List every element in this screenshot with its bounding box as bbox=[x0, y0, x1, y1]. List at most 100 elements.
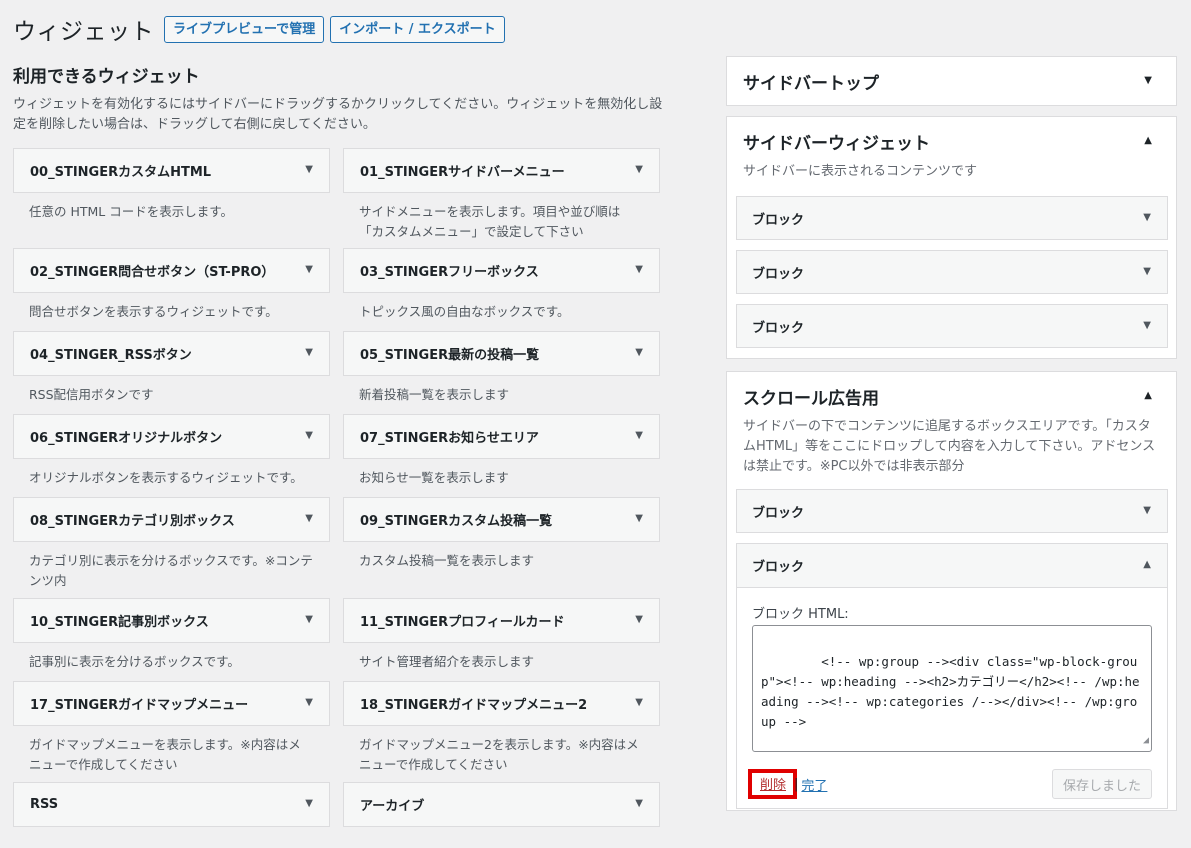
widget-description: カスタム投稿一覧を表示します bbox=[359, 553, 535, 568]
widget-description: サイドメニューを表示します。項目や並び順は「カスタムメニュー」で設定して下さい bbox=[359, 204, 621, 239]
resize-grip-icon[interactable]: ◢ bbox=[1143, 731, 1149, 751]
chevron-down-icon[interactable]: ▼ bbox=[305, 513, 313, 524]
delete-link[interactable]: 削除 bbox=[748, 769, 798, 799]
chevron-down-icon[interactable]: ▼ bbox=[635, 264, 643, 275]
widget-description: RSS配信用ボタンです bbox=[29, 387, 154, 402]
chevron-down-icon[interactable]: ▼ bbox=[635, 164, 643, 175]
chevron-down-icon[interactable]: ▼ bbox=[635, 430, 643, 441]
save-button[interactable]: 保存しました bbox=[1052, 769, 1152, 799]
widget-item[interactable]: 01_STINGERサイドバーメニュー ▼ bbox=[343, 148, 660, 193]
block-widget[interactable]: ブロック ▼ bbox=[736, 250, 1168, 294]
widget-name: RSS bbox=[30, 797, 59, 812]
sidebar-scroll-title: スクロール広告用 bbox=[743, 388, 879, 409]
chevron-down-icon[interactable]: ▼ bbox=[1143, 320, 1151, 331]
sidebar-widget-description: サイドバーに表示されるコンテンツです bbox=[743, 164, 978, 179]
widget-item[interactable]: 11_STINGERプロフィールカード ▼ bbox=[343, 598, 660, 643]
widget-description: ガイドマップメニュー2を表示します。※内容はメニューで作成してください bbox=[359, 737, 639, 772]
sidebar-scroll-header[interactable]: スクロール広告用 ▲ bbox=[727, 372, 1176, 420]
chevron-down-icon[interactable]: ▼ bbox=[305, 614, 313, 625]
widget-name: 08_STINGERカテゴリ別ボックス bbox=[30, 514, 235, 529]
block-expanded-body: ブロック HTML: <!-- wp:group --><div class="… bbox=[737, 588, 1167, 808]
chevron-down-icon[interactable]: ▼ bbox=[305, 347, 313, 358]
widget-item[interactable]: アーカイブ ▼ bbox=[343, 782, 660, 827]
chevron-down-icon[interactable]: ▼ bbox=[1143, 212, 1151, 223]
widget-item[interactable]: 08_STINGERカテゴリ別ボックス ▼ bbox=[13, 497, 330, 542]
widget-name: 17_STINGERガイドマップメニュー bbox=[30, 698, 249, 713]
sidebar-widget: サイドバーウィジェット ▲ サイドバーに表示されるコンテンツです ブロック ▼ ブ… bbox=[726, 116, 1177, 359]
block-html-textarea[interactable]: <!-- wp:group --><div class="wp-block-gr… bbox=[752, 625, 1152, 752]
widget-name: 18_STINGERガイドマップメニュー2 bbox=[360, 698, 588, 713]
widget-item[interactable]: 06_STINGERオリジナルボタン ▼ bbox=[13, 414, 330, 459]
chevron-up-icon[interactable]: ▲ bbox=[1144, 135, 1152, 146]
chevron-down-icon[interactable]: ▼ bbox=[305, 430, 313, 441]
widget-description: トピックス風の自由なボックスです。 bbox=[359, 304, 570, 319]
widget-item[interactable]: 03_STINGERフリーボックス ▼ bbox=[343, 248, 660, 293]
chevron-down-icon[interactable]: ▼ bbox=[635, 347, 643, 358]
widget-item[interactable]: 04_STINGER_RSSボタン ▼ bbox=[13, 331, 330, 376]
widget-name: 01_STINGERサイドバーメニュー bbox=[360, 165, 565, 180]
widget-name: 04_STINGER_RSSボタン bbox=[30, 348, 192, 363]
widget-description: オリジナルボタンを表示するウィジェットです。 bbox=[29, 470, 303, 485]
widget-name: アーカイブ bbox=[360, 799, 425, 814]
block-widget[interactable]: ブロック ▼ bbox=[736, 489, 1168, 533]
chevron-down-icon[interactable]: ▼ bbox=[1144, 75, 1152, 86]
sidebar-top-header[interactable]: サイドバートップ ▼ bbox=[727, 57, 1176, 105]
chevron-up-icon[interactable]: ▲ bbox=[1144, 390, 1152, 401]
sidebar-scroll-ad: スクロール広告用 ▲ サイドバーの下でコンテンツに追尾するボックスエリアです。「… bbox=[726, 371, 1177, 811]
widget-name: 07_STINGERお知らせエリア bbox=[360, 431, 539, 446]
widget-description: 記事別に表示を分けるボックスです。 bbox=[29, 654, 240, 669]
chevron-down-icon[interactable]: ▼ bbox=[635, 513, 643, 524]
block-title: ブロック bbox=[752, 212, 805, 228]
available-widgets-title: 利用できるウィジェット bbox=[13, 67, 200, 87]
widget-item[interactable]: 17_STINGERガイドマップメニュー ▼ bbox=[13, 681, 330, 726]
widget-item[interactable]: 05_STINGER最新の投稿一覧 ▼ bbox=[343, 331, 660, 376]
widget-description: 新着投稿一覧を表示します bbox=[359, 387, 510, 402]
page-title: ウィジェット bbox=[13, 19, 154, 45]
widget-name: 03_STINGERフリーボックス bbox=[360, 265, 539, 280]
chevron-down-icon[interactable]: ▼ bbox=[635, 697, 643, 708]
chevron-down-icon[interactable]: ▼ bbox=[305, 798, 313, 809]
chevron-down-icon[interactable]: ▼ bbox=[305, 164, 313, 175]
block-title: ブロック bbox=[752, 266, 805, 282]
page-header: ウィジェット ライブプレビューで管理 インポート / エクスポート bbox=[13, 12, 505, 46]
done-link[interactable]: 完了 bbox=[801, 775, 827, 794]
available-widgets-description: ウィジェットを有効化するにはサイドバーにドラッグするかクリックしてください。ウィ… bbox=[13, 97, 663, 132]
sidebar-widget-title: サイドバーウィジェット bbox=[743, 133, 930, 154]
block-widget[interactable]: ブロック ▼ bbox=[736, 304, 1168, 348]
block-title: ブロック bbox=[752, 560, 805, 575]
widget-item[interactable]: 10_STINGER記事別ボックス ▼ bbox=[13, 598, 330, 643]
block-widget[interactable]: ブロック ▼ bbox=[736, 196, 1168, 240]
widget-item[interactable]: 02_STINGER問合せボタン（ST-PRO） ▼ bbox=[13, 248, 330, 293]
widget-name: 05_STINGER最新の投稿一覧 bbox=[360, 348, 540, 363]
block-title: ブロック bbox=[752, 505, 805, 521]
widget-name: 09_STINGERカスタム投稿一覧 bbox=[360, 514, 553, 529]
widget-description: 問合せボタンを表示するウィジェットです。 bbox=[29, 304, 278, 319]
widget-description: カテゴリ別に表示を分けるボックスです。※コンテンツ内 bbox=[29, 553, 313, 588]
chevron-up-icon[interactable]: ▲ bbox=[1143, 559, 1151, 570]
chevron-down-icon[interactable]: ▼ bbox=[305, 697, 313, 708]
widget-item[interactable]: RSS ▼ bbox=[13, 782, 330, 827]
chevron-down-icon[interactable]: ▼ bbox=[635, 798, 643, 809]
widget-item[interactable]: 00_STINGERカスタムHTML ▼ bbox=[13, 148, 330, 193]
block-html-code: <!-- wp:group --><div class="wp-block-gr… bbox=[761, 654, 1140, 729]
widget-item[interactable]: 09_STINGERカスタム投稿一覧 ▼ bbox=[343, 497, 660, 542]
action-separator: | bbox=[794, 776, 799, 792]
chevron-down-icon[interactable]: ▼ bbox=[635, 614, 643, 625]
widget-name: 06_STINGERオリジナルボタン bbox=[30, 431, 223, 446]
widget-description: 任意の HTML コードを表示します。 bbox=[29, 204, 233, 219]
widget-item[interactable]: 18_STINGERガイドマップメニュー2 ▼ bbox=[343, 681, 660, 726]
block-expanded-header[interactable]: ブロック ▲ bbox=[737, 544, 1167, 588]
block-actions: 削除 | 完了 bbox=[748, 769, 827, 799]
widget-name: 02_STINGER問合せボタン（ST-PRO） bbox=[30, 265, 275, 280]
import-export-button[interactable]: インポート / エクスポート bbox=[330, 15, 505, 43]
widget-description: ガイドマップメニューを表示します。※内容はメニューで作成してください bbox=[29, 737, 301, 772]
chevron-down-icon[interactable]: ▼ bbox=[1143, 505, 1151, 516]
sidebar-widget-header[interactable]: サイドバーウィジェット ▲ bbox=[727, 117, 1176, 165]
live-preview-button[interactable]: ライブプレビューで管理 bbox=[164, 15, 325, 43]
widget-item[interactable]: 07_STINGERお知らせエリア ▼ bbox=[343, 414, 660, 459]
chevron-down-icon[interactable]: ▼ bbox=[1143, 266, 1151, 277]
sidebar-top[interactable]: サイドバートップ ▼ bbox=[726, 56, 1177, 106]
available-widgets-section: 利用できるウィジェット ウィジェットを有効化するにはサイドバーにドラッグするかク… bbox=[13, 66, 662, 848]
widget-grid: 00_STINGERカスタムHTML ▼ 01_STINGERサイドバーメニュー ▼… bbox=[13, 148, 660, 848]
chevron-down-icon[interactable]: ▼ bbox=[305, 264, 313, 275]
